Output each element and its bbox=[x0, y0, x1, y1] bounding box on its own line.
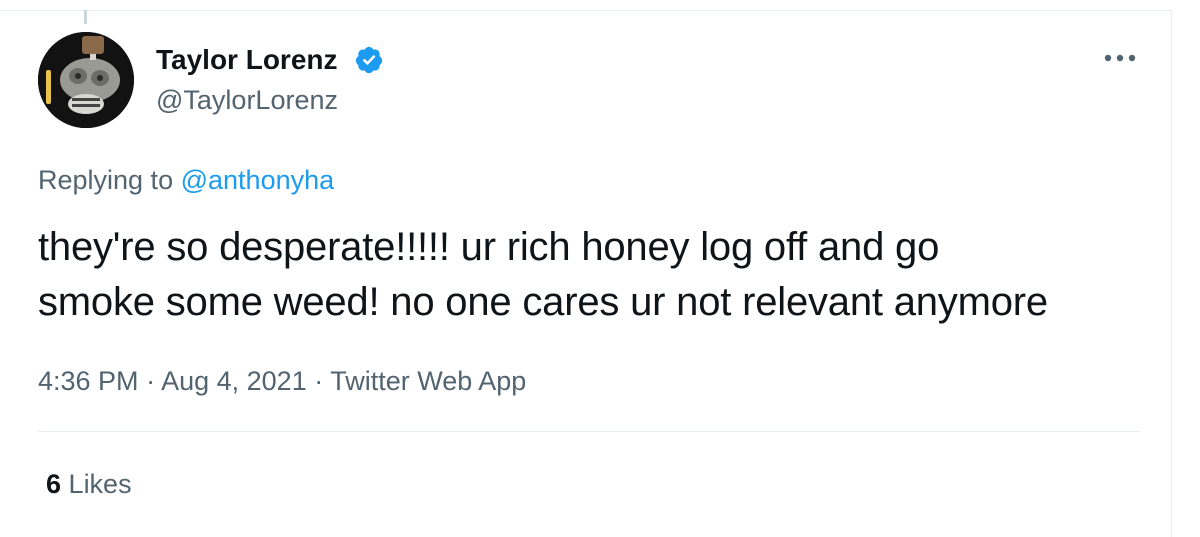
tweet-text: they're so desperate!!!!! ur rich honey … bbox=[38, 220, 1148, 330]
author-display-name[interactable]: Taylor Lorenz bbox=[156, 42, 338, 78]
divider bbox=[38, 431, 1140, 432]
more-options-icon[interactable] bbox=[1100, 50, 1140, 66]
tweet-metadata: 4:36 PM · Aug 4, 2021 · Twitter Web App bbox=[38, 363, 526, 399]
avatar[interactable] bbox=[38, 32, 134, 128]
meta-separator: · bbox=[306, 366, 331, 396]
tweet-card: Taylor Lorenz @TaylorLorenz Replying to … bbox=[0, 0, 1200, 537]
likes-count: 6 bbox=[46, 469, 62, 499]
tweet-source-link[interactable]: Twitter Web App bbox=[330, 366, 526, 396]
profile-photo-avatar-icon bbox=[38, 32, 134, 128]
tweet-text-line: they're so desperate!!!!! ur rich honey … bbox=[38, 225, 940, 269]
tweet-date-link[interactable]: Aug 4, 2021 bbox=[161, 366, 307, 396]
reply-mention-link[interactable]: @anthonyha bbox=[181, 165, 335, 195]
reply-context: Replying to @anthonyha bbox=[38, 162, 334, 198]
card-top-border bbox=[0, 10, 1172, 11]
likes-label: Likes bbox=[68, 469, 132, 499]
verified-badge-icon bbox=[355, 46, 383, 74]
author-handle[interactable]: @TaylorLorenz bbox=[156, 82, 338, 118]
card-right-border bbox=[1171, 10, 1172, 537]
replying-to-label: Replying to bbox=[38, 165, 174, 195]
thread-connector-line bbox=[84, 10, 87, 24]
tweet-time-link[interactable]: 4:36 PM bbox=[38, 366, 139, 396]
meta-separator: · bbox=[138, 366, 162, 396]
likes-link[interactable]: 6 Likes bbox=[46, 466, 132, 502]
tweet-text-line: smoke some weed! no one cares ur not rel… bbox=[38, 280, 1048, 324]
